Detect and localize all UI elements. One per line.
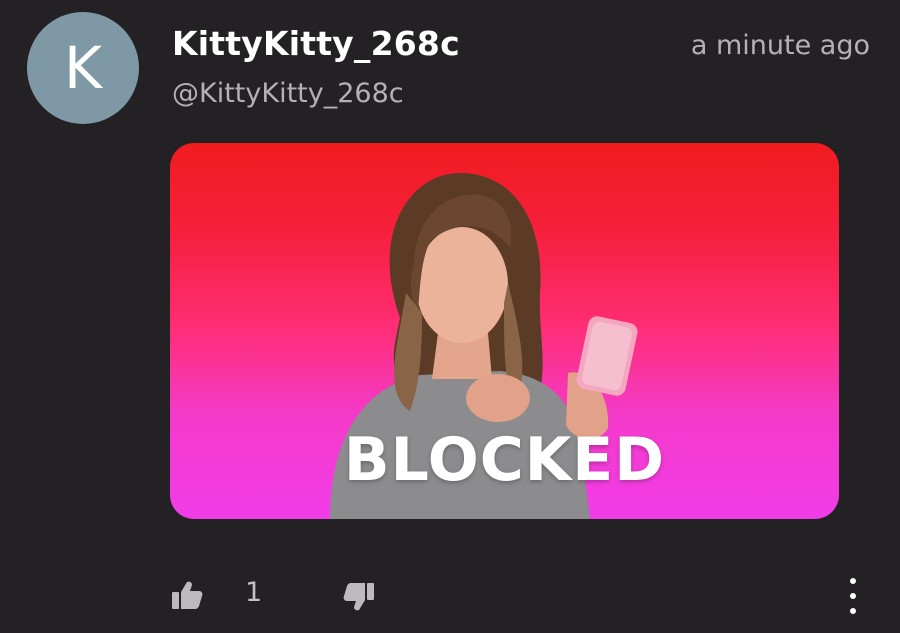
dislike-button[interactable] — [343, 582, 375, 612]
more-vertical-icon — [850, 578, 856, 584]
thumbs-down-icon — [343, 583, 374, 611]
like-count: 1 — [245, 577, 263, 608]
more-options-button[interactable] — [840, 578, 866, 614]
post-actions: 1 — [0, 570, 900, 620]
thumbs-up-icon — [172, 581, 203, 609]
timestamp: a minute ago — [690, 30, 870, 61]
avatar-letter: K — [63, 34, 103, 102]
gif-caption: BLOCKED — [343, 425, 666, 495]
more-vertical-icon-dot — [850, 593, 856, 599]
display-name[interactable]: KittyKitty_268c — [172, 24, 460, 63]
comment-post: K KittyKitty_268c @KittyKitty_268c a min… — [0, 0, 900, 633]
gif-media[interactable]: BLOCKED — [170, 143, 839, 519]
more-vertical-icon-dot — [850, 608, 856, 614]
like-button[interactable] — [171, 580, 203, 610]
user-handle: @KittyKitty_268c — [172, 78, 404, 109]
avatar[interactable]: K — [27, 12, 139, 124]
